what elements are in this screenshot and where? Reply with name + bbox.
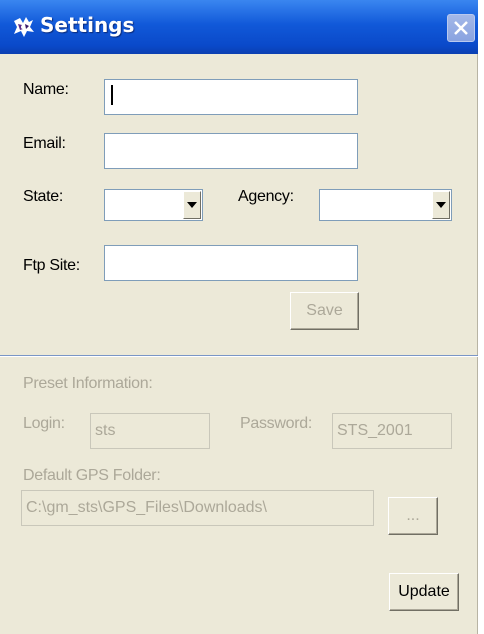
- chevron-down-icon: [187, 202, 197, 208]
- password-input[interactable]: [332, 413, 452, 449]
- close-icon: [454, 21, 468, 35]
- title-bar[interactable]: Settings: [0, 0, 478, 54]
- state-dropdown[interactable]: [104, 189, 203, 221]
- email-input[interactable]: [104, 133, 358, 169]
- gps-folder-input[interactable]: [21, 490, 374, 526]
- login-label: Login:: [23, 415, 65, 432]
- window-title: Settings: [40, 13, 135, 37]
- ftp-site-input[interactable]: [104, 245, 358, 281]
- text-cursor: [111, 85, 113, 105]
- settings-window: Settings Name: Email: State: Agency: Ftp…: [0, 0, 478, 634]
- save-button[interactable]: Save: [290, 292, 359, 330]
- section-divider: [0, 355, 478, 357]
- agency-label: Agency:: [238, 188, 294, 205]
- login-input[interactable]: [90, 413, 210, 449]
- chevron-down-icon: [436, 202, 446, 208]
- browse-button[interactable]: ...: [388, 497, 438, 535]
- password-label: Password:: [240, 415, 312, 432]
- preset-information-label: Preset Information:: [23, 375, 153, 392]
- gps-folder-label: Default GPS Folder:: [23, 467, 161, 484]
- app-logo-icon: [11, 15, 35, 39]
- name-label: Name:: [23, 81, 69, 98]
- close-button[interactable]: [447, 14, 475, 42]
- state-label: State:: [23, 188, 64, 205]
- ftp-site-label: Ftp Site:: [23, 257, 80, 274]
- name-input[interactable]: [104, 79, 358, 115]
- email-label: Email:: [23, 135, 66, 152]
- update-button[interactable]: Update: [389, 573, 459, 611]
- state-dropdown-button[interactable]: [183, 191, 201, 219]
- agency-dropdown-button[interactable]: [432, 191, 450, 219]
- agency-dropdown[interactable]: [319, 189, 452, 221]
